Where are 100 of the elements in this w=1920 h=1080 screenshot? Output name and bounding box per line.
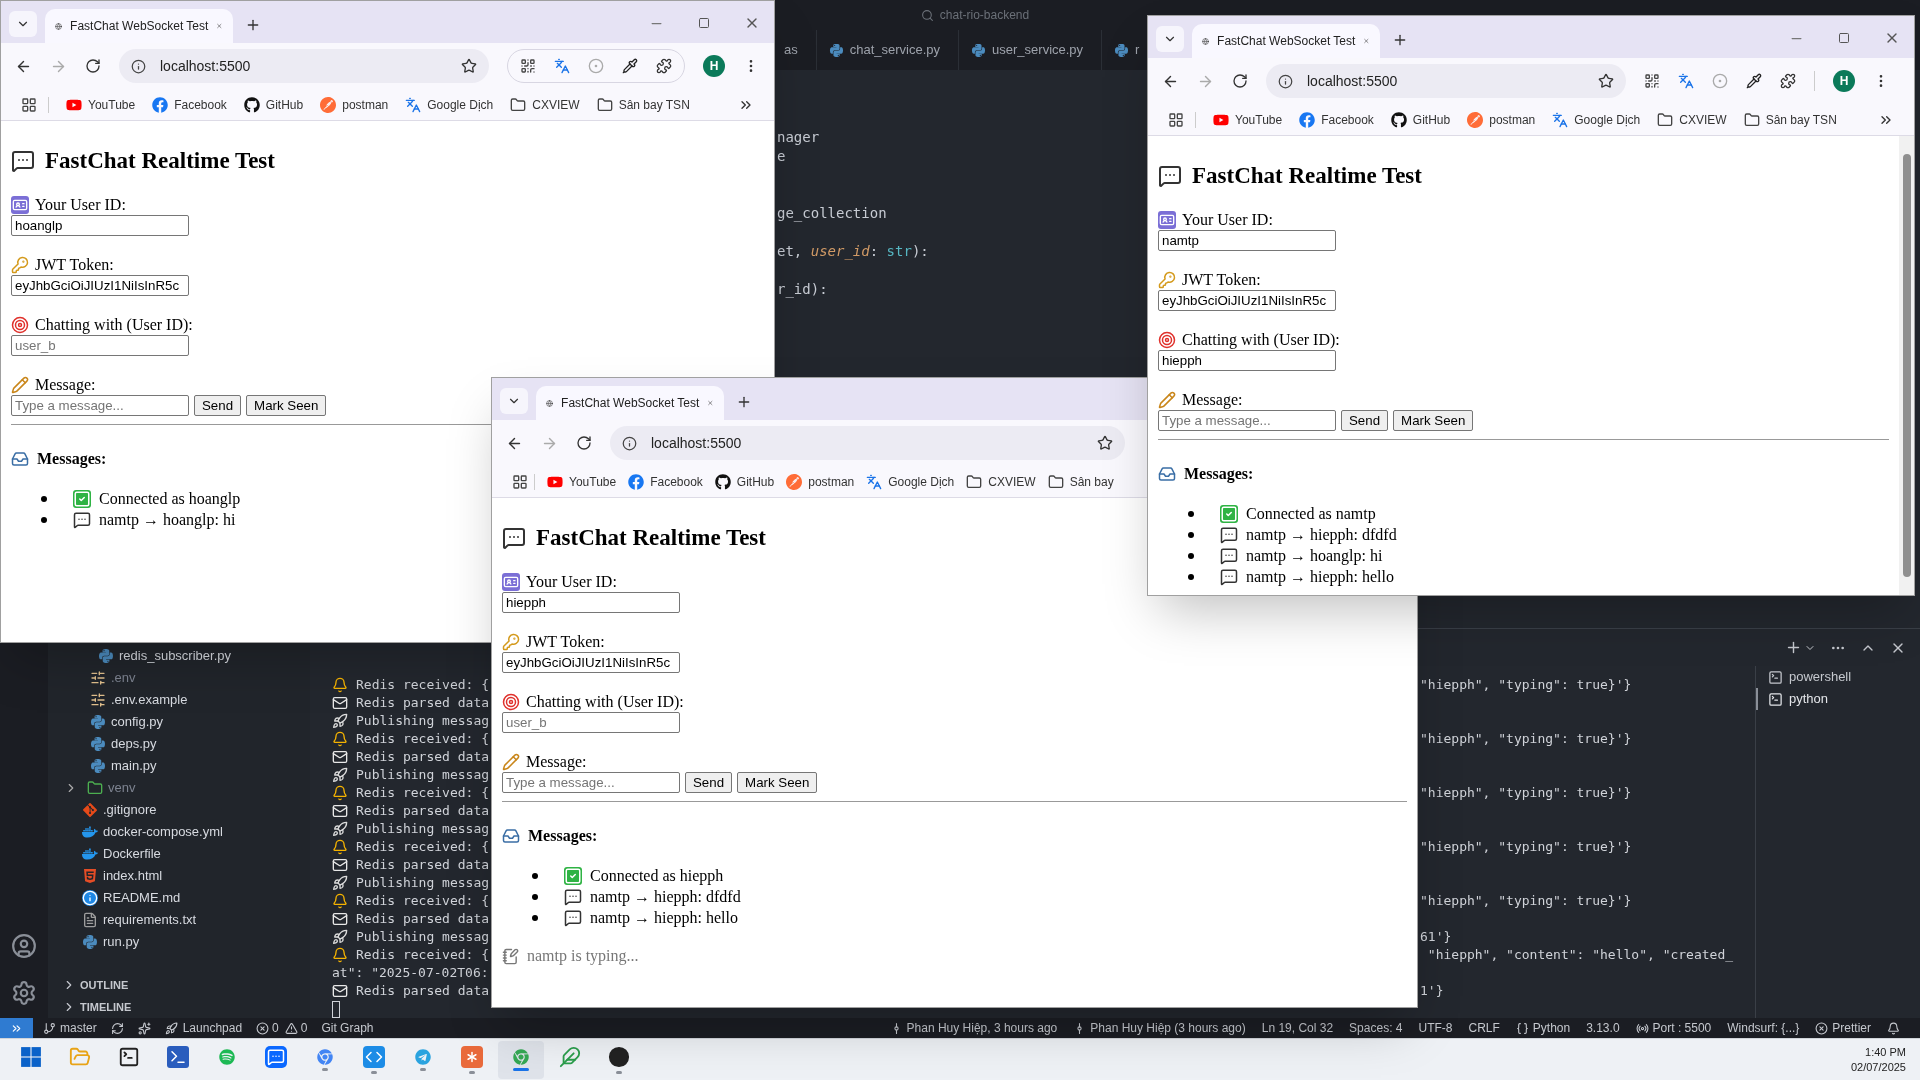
- browser-tab[interactable]: FastChat WebSocket Test: [1192, 24, 1380, 58]
- bookmark[interactable]: Sân bay TSN: [596, 95, 690, 114]
- settings-icon[interactable]: [11, 980, 37, 1006]
- site-info-icon[interactable]: [1278, 73, 1293, 89]
- apps-icon[interactable]: [21, 96, 37, 113]
- profile-avatar[interactable]: H: [1833, 70, 1855, 92]
- message-field[interactable]: Type a message...: [502, 772, 680, 793]
- browser-tab[interactable]: FastChat WebSocket Test: [45, 9, 233, 43]
- status-item[interactable]: Ln 19, Col 32: [1261, 1019, 1334, 1037]
- bookmark[interactable]: CXVIEW: [966, 472, 1036, 491]
- clock[interactable]: 1:40 PM 02/07/2025: [1850, 1044, 1920, 1075]
- send-button[interactable]: Send: [1341, 410, 1389, 431]
- mark-seen-button[interactable]: Mark Seen: [246, 395, 327, 416]
- circle-app-icon[interactable]: [608, 1045, 630, 1068]
- reload-icon[interactable]: [85, 58, 101, 74]
- bookmark[interactable]: YouTube: [1213, 110, 1283, 129]
- status-item[interactable]: Git Graph: [321, 1019, 374, 1037]
- section-header[interactable]: TIMELINE: [48, 996, 310, 1018]
- explorer-item[interactable]: requirements.txt: [48, 909, 310, 931]
- explorer-item[interactable]: docker-compose.yml: [48, 821, 310, 843]
- bookmark[interactable]: Facebook: [628, 472, 703, 491]
- address-bar[interactable]: localhost:5500: [119, 49, 489, 83]
- section-header[interactable]: OUTLINE: [48, 974, 310, 996]
- language-status[interactable]: Python: [1515, 1019, 1571, 1037]
- git-blame-status[interactable]: Phan Huy Hiệp, 3 hours ago: [889, 1019, 1058, 1037]
- new-tab-icon[interactable]: [1392, 32, 1408, 48]
- bookmark[interactable]: YouTube: [66, 95, 136, 114]
- terminal-session[interactable]: python: [1756, 688, 1920, 710]
- notification-icon[interactable]: [1887, 1021, 1900, 1035]
- bookmark-star-icon[interactable]: [461, 58, 477, 74]
- address-bar[interactable]: localhost:5500: [610, 426, 1125, 460]
- reload-icon[interactable]: [576, 435, 592, 451]
- site-info-icon[interactable]: [622, 435, 637, 451]
- launchpad-status[interactable]: Launchpad: [164, 1019, 243, 1037]
- explorer-item[interactable]: redis_subscriber.py: [48, 645, 310, 667]
- token-field[interactable]: eyJhbGciOiJIUzI1NiIsInR5c: [502, 652, 680, 673]
- explorer-item[interactable]: index.html: [48, 865, 310, 887]
- bookmark[interactable]: CXVIEW: [510, 95, 580, 114]
- bookmark[interactable]: Google Dịch: [1552, 110, 1641, 129]
- explorer-item[interactable]: run.py: [48, 931, 310, 953]
- explorer-item[interactable]: venv: [48, 777, 310, 799]
- explorer-item[interactable]: deps.py: [48, 733, 310, 755]
- bookmark-star-icon[interactable]: [1598, 73, 1614, 89]
- bookmark[interactable]: Facebook: [1299, 110, 1374, 129]
- terminal-icon[interactable]: [118, 1045, 140, 1068]
- terminal-session[interactable]: powershell: [1756, 666, 1920, 688]
- pipette-icon[interactable]: [1746, 73, 1762, 89]
- windows-logo-icon[interactable]: [20, 1045, 42, 1068]
- scrollbar-thumb[interactable]: [1902, 154, 1911, 577]
- token-field[interactable]: eyJhbGciOiJIUzI1NiIsInR5c: [1158, 290, 1336, 311]
- send-button[interactable]: Send: [685, 772, 733, 793]
- remote-button[interactable]: [0, 1018, 33, 1038]
- explorer-item[interactable]: README.md: [48, 887, 310, 909]
- bookmark-star-icon[interactable]: [1097, 435, 1113, 451]
- bookmark[interactable]: postman: [786, 472, 855, 491]
- status-item[interactable]: Windsurf: {...}: [1727, 1019, 1800, 1037]
- explorer-item[interactable]: Dockerfile: [48, 843, 310, 865]
- explorer-item[interactable]: .gitignore: [48, 799, 310, 821]
- apps-icon[interactable]: [512, 473, 528, 490]
- sync-icon[interactable]: [110, 1021, 124, 1035]
- explorer-item[interactable]: .env: [48, 667, 310, 689]
- mark-seen-button[interactable]: Mark Seen: [1393, 410, 1474, 431]
- qr-icon[interactable]: [520, 58, 536, 74]
- explorer-item[interactable]: config.py: [48, 711, 310, 733]
- send-button[interactable]: Send: [194, 395, 242, 416]
- token-field[interactable]: eyJhbGciOiJIUzI1NiIsInR5c: [11, 275, 189, 296]
- user-id-field[interactable]: namtp: [1158, 230, 1336, 251]
- branch-status[interactable]: master: [43, 1019, 97, 1037]
- bookmark[interactable]: GitHub: [1390, 110, 1451, 129]
- address-bar[interactable]: localhost:5500: [1266, 64, 1626, 98]
- explorer-item[interactable]: .env.example: [48, 689, 310, 711]
- status-item[interactable]: Spaces: 4: [1349, 1019, 1403, 1037]
- bookmark[interactable]: GitHub: [243, 95, 304, 114]
- status-item[interactable]: CRLF: [1468, 1019, 1500, 1037]
- reload-icon[interactable]: [1232, 73, 1248, 89]
- chat-app-icon[interactable]: [265, 1045, 287, 1068]
- port-status[interactable]: Port : 5500: [1635, 1019, 1712, 1037]
- bookmark[interactable]: CXVIEW: [1657, 110, 1727, 129]
- new-terminal-icon[interactable]: [1785, 639, 1802, 656]
- bookmark[interactable]: Sân bay TSN: [1743, 110, 1837, 129]
- recipient-field[interactable]: hiepph: [1158, 350, 1336, 371]
- browser-tab[interactable]: FastChat WebSocket Test: [536, 386, 724, 420]
- puzzle-icon[interactable]: [656, 58, 672, 74]
- bookmark[interactable]: Google Dịch: [405, 95, 494, 114]
- git-blame-status[interactable]: Phan Huy Hiệp (3 hours ago): [1073, 1019, 1246, 1037]
- bookmark[interactable]: Google Dịch: [866, 472, 955, 491]
- user-id-field[interactable]: hiepph: [502, 592, 680, 613]
- message-field[interactable]: Type a message...: [11, 395, 189, 416]
- recipient-field[interactable]: user_b: [502, 712, 680, 733]
- account-icon[interactable]: [11, 933, 37, 959]
- sparkle-icon[interactable]: [137, 1021, 151, 1035]
- puzzle-icon[interactable]: [1780, 73, 1796, 89]
- explorer-item[interactable]: main.py: [48, 755, 310, 777]
- apps-icon[interactable]: [1168, 111, 1184, 128]
- terminal-icon[interactable]: [167, 1045, 189, 1068]
- status-item[interactable]: 3.13.0: [1586, 1019, 1620, 1037]
- new-tab-icon[interactable]: [736, 394, 752, 410]
- bookmark[interactable]: Facebook: [152, 95, 227, 114]
- bookmark[interactable]: postman: [320, 95, 389, 114]
- new-tab-icon[interactable]: [245, 17, 261, 33]
